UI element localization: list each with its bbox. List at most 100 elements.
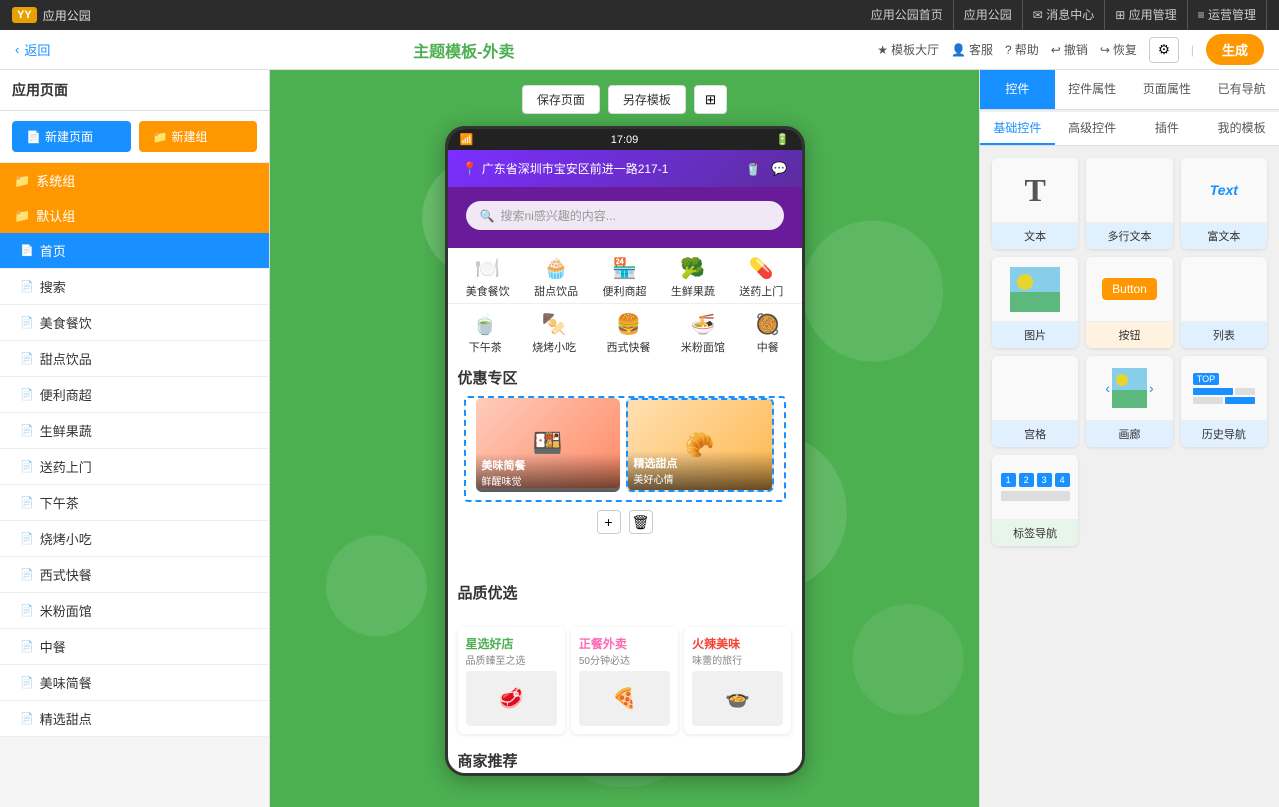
cat-conv-icon: 🏪 <box>602 256 646 281</box>
settings-button[interactable]: ⚙ <box>1149 37 1179 63</box>
sidebar-item-fresh[interactable]: 📄 生鲜果蔬 <box>0 413 269 449</box>
tab-my-templates[interactable]: 我的模板 <box>1204 112 1279 145</box>
sidebar-item-western[interactable]: 📄 西式快餐 <box>0 557 269 593</box>
tab-widget[interactable]: 控件 <box>980 70 1055 109</box>
page-icon-home: 📄 <box>20 244 34 257</box>
widget-multitext-preview <box>1086 158 1172 223</box>
widget-list-label: 列表 <box>1181 322 1267 348</box>
sidebar-item-convenience[interactable]: 📄 便利商超 <box>0 377 269 413</box>
sidebar-item-simple-meal[interactable]: 📄 美味简餐 <box>0 665 269 701</box>
list-preview-icon <box>1217 271 1231 307</box>
promo-overlay-2: 精选甜点 美好心情 <box>628 451 772 490</box>
tab-page-props[interactable]: 页面属性 <box>1130 70 1205 109</box>
quality-img-2: 🍕 <box>579 671 670 726</box>
cat-west-icon: 🍔 <box>607 312 651 337</box>
sidebar-item-homepage[interactable]: 📄 首页 <box>0 233 269 269</box>
widget-button[interactable]: Button 按钮 <box>1086 257 1172 348</box>
cat-food[interactable]: 🍽️ 美食餐饮 <box>466 256 510 299</box>
back-button[interactable]: ‹ 返回 <box>15 40 50 59</box>
tab-basic-widgets[interactable]: 基础控件 <box>980 112 1055 145</box>
address-text: 广东省深圳市宝安区前进一路217-1 <box>482 160 669 177</box>
sidebar-item-chinese[interactable]: 📄 中餐 <box>0 629 269 665</box>
quality-item-1[interactable]: 星选好店 品质臻至之选 🥩 <box>458 627 565 734</box>
widget-grid-preview <box>992 356 1078 421</box>
widget-grid-item[interactable]: 宫格 <box>992 356 1078 447</box>
sidebar-item-bbq[interactable]: 📄 烧烤小吃 <box>0 521 269 557</box>
tab-plugins[interactable]: 插件 <box>1130 112 1205 145</box>
nav-park[interactable]: 应用公园 <box>954 0 1023 30</box>
nav-home[interactable]: 应用公园首页 <box>861 0 954 30</box>
sidebar-item-teatime[interactable]: 📄 下午茶 <box>0 485 269 521</box>
cat-medicine[interactable]: 💊 送药上门 <box>739 256 783 299</box>
new-block-button[interactable]: 📁 新建组 <box>139 121 258 152</box>
cat-bbq[interactable]: 🍢 烧烤小吃 <box>532 312 576 355</box>
widget-list[interactable]: 列表 <box>1181 257 1267 348</box>
template-hall-btn[interactable]: ★ 模板大厅 <box>877 41 939 58</box>
cat-dessert-icon: 🧁 <box>534 256 578 281</box>
phone-search-bar[interactable]: 🔍 搜索ni感兴趣的内容... <box>466 201 784 230</box>
cat-teatime[interactable]: 🍵 下午茶 <box>469 312 502 355</box>
redo-btn[interactable]: ↪ 恢复 <box>1100 41 1137 58</box>
message-icon: 💬 <box>771 161 787 177</box>
sidebar-group-default[interactable]: 📁 默认组 <box>0 198 269 233</box>
new-page-button[interactable]: 📄 新建页面 <box>12 121 131 152</box>
quality-section-title: 品质优选 <box>448 574 802 611</box>
nav-ops[interactable]: ≡ 运营管理 <box>1188 0 1267 30</box>
cat-fresh-icon: 🥦 <box>671 256 715 281</box>
widget-image-preview <box>992 257 1078 322</box>
tab-advanced-widgets[interactable]: 高级控件 <box>1055 112 1130 145</box>
widget-grid-label: 宫格 <box>992 421 1078 447</box>
sidebar-item-food[interactable]: 📄 美食餐饮 <box>0 305 269 341</box>
save-page-button[interactable]: 保存页面 <box>522 85 600 114</box>
cat-dessert[interactable]: 🧁 甜点饮品 <box>534 256 578 299</box>
cat-convenience[interactable]: 🏪 便利商超 <box>602 256 646 299</box>
help-icon: ? <box>1005 43 1012 57</box>
promo-item-2[interactable]: 🥐 精选甜点 美好心情 <box>626 398 774 492</box>
nav-messages[interactable]: ✉ 消息中心 <box>1023 0 1105 30</box>
signal-icon: 📶 <box>460 133 474 146</box>
widget-richtext[interactable]: Text 富文本 <box>1181 158 1267 249</box>
tab-widget-props[interactable]: 控件属性 <box>1055 70 1130 109</box>
undo-btn[interactable]: ↩ 撤销 <box>1051 41 1088 58</box>
widget-text[interactable]: T 文本 <box>992 158 1078 249</box>
sidebar-item-search[interactable]: 📄 搜索 <box>0 269 269 305</box>
widget-tabs[interactable]: 1 2 3 4 标签导航 <box>992 455 1078 546</box>
logo-text: 应用公园 <box>43 7 91 24</box>
page-icon-bbq: 📄 <box>20 532 34 545</box>
page-icon-selected: 📄 <box>20 712 34 725</box>
page-icon-western: 📄 <box>20 568 34 581</box>
customer-service-btn[interactable]: 👤 客服 <box>951 41 993 58</box>
sidebar-item-selected-dessert[interactable]: 📄 精选甜点 <box>0 701 269 737</box>
save-as-template-button[interactable]: 另存模板 <box>608 85 686 114</box>
promo-add-button[interactable]: + <box>597 510 621 534</box>
widget-history[interactable]: TOP 历史导航 <box>1181 356 1267 447</box>
sidebar-item-dessert[interactable]: 📄 甜点饮品 <box>0 341 269 377</box>
promo-delete-button[interactable]: 🗑 <box>629 510 653 534</box>
canvas-icon-btn[interactable]: ⊞ <box>694 85 727 114</box>
widget-list-preview <box>1181 257 1267 322</box>
cat-food-icon: 🍽️ <box>466 256 510 281</box>
generate-button[interactable]: 生成 <box>1206 34 1264 65</box>
cat-chinese[interactable]: 🥘 中餐 <box>755 312 780 355</box>
right-panel: 控件 控件属性 页面属性 已有导航 基础控件 高级控件 插件 我的模板 T 文本 <box>979 70 1279 807</box>
sidebar-scroll: 📁 系统组 📁 默认组 📄 首页 📄 搜索 📄 美食餐饮 📄 甜点饮品 <box>0 163 269 807</box>
location-icon: 📍 <box>462 161 478 177</box>
quality-item-3[interactable]: 火辣美味 味蕾的旅行 🍲 <box>684 627 791 734</box>
nav-app-manage[interactable]: ⊞ 应用管理 <box>1105 0 1187 30</box>
widget-multitext[interactable]: 多行文本 <box>1086 158 1172 249</box>
cat-western[interactable]: 🍔 西式快餐 <box>607 312 651 355</box>
canvas-toolbar: 保存页面 另存模板 ⊞ <box>522 85 727 114</box>
widget-image[interactable]: 图片 <box>992 257 1078 348</box>
phone-status-bar: 📶 17:09 🔋 <box>448 129 802 150</box>
sidebar-item-medicine[interactable]: 📄 送药上门 <box>0 449 269 485</box>
help-btn[interactable]: ? 帮助 <box>1005 41 1039 58</box>
right-panel-tabs: 控件 控件属性 页面属性 已有导航 <box>980 70 1279 110</box>
widget-gallery[interactable]: ‹ › 画廊 <box>1086 356 1172 447</box>
tab-nav[interactable]: 已有导航 <box>1204 70 1279 109</box>
quality-item-2[interactable]: 正餐外卖 50分钟必达 🍕 <box>571 627 678 734</box>
sidebar-item-noodle[interactable]: 📄 米粉面馆 <box>0 593 269 629</box>
promo-item-1[interactable]: 🍱 美味简餐 鲜醒味觉 <box>476 398 620 492</box>
cat-noodle[interactable]: 🍜 米粉面馆 <box>681 312 725 355</box>
cat-fresh[interactable]: 🥦 生鲜果蔬 <box>671 256 715 299</box>
sidebar-group-system[interactable]: 📁 系统组 <box>0 163 269 198</box>
